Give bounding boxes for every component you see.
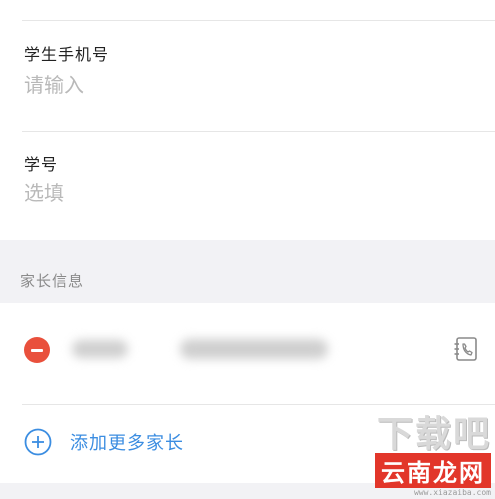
student-phone-input[interactable] <box>24 68 464 102</box>
divider <box>22 131 495 132</box>
add-parent-button[interactable]: 添加更多家长 <box>24 427 184 457</box>
watermark: 下载吧 云南龙网 www.xiazaiba.com <box>375 405 491 497</box>
parent-name-redacted <box>72 340 128 358</box>
watermark-top-text: 下载吧 <box>376 414 491 455</box>
parent-phone-redacted <box>180 339 328 359</box>
plus-circle-icon <box>24 428 52 456</box>
parent-info-header: 家长信息 <box>20 272 85 290</box>
student-id-input[interactable] <box>24 176 464 210</box>
add-parent-label: 添加更多家长 <box>70 433 184 454</box>
remove-parent-button[interactable] <box>24 337 50 363</box>
phone-book-icon[interactable] <box>452 335 480 363</box>
student-id-label: 学号 <box>24 155 59 174</box>
divider <box>22 20 495 21</box>
student-phone-label: 学生手机号 <box>24 45 110 64</box>
watermark-url: www.xiazaiba.com <box>413 488 491 497</box>
watermark-main-text: 云南龙网 <box>375 453 491 488</box>
